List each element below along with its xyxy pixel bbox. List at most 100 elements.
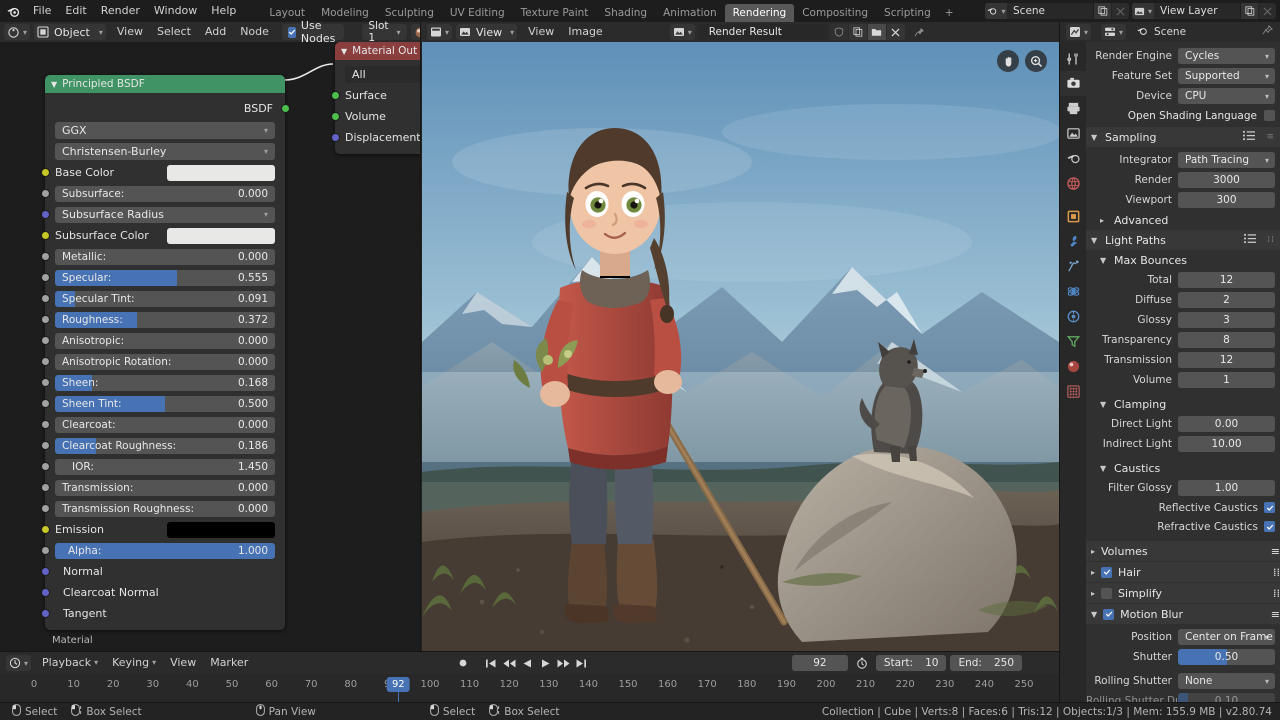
collapse-triangle-icon[interactable]: ▼ (1091, 610, 1097, 619)
socket-volume[interactable] (331, 112, 340, 121)
node-row-clearcoat-normal[interactable]: Clearcoat Normal (45, 582, 285, 603)
preset-list-icon[interactable] (1244, 233, 1262, 247)
swatch-base-color[interactable] (167, 165, 275, 181)
expand-triangle-icon[interactable]: ▸ (1091, 568, 1095, 577)
current-frame-field[interactable]: 92 (792, 655, 848, 671)
socket-normal[interactable] (41, 567, 50, 576)
unlink-image-icon[interactable] (887, 24, 905, 40)
node-row-displacement[interactable]: Displacement (335, 127, 420, 148)
samples-render-field[interactable]: 3000 (1178, 172, 1275, 188)
slider-transmission[interactable]: Transmission: 0.000 (55, 480, 275, 496)
properties-tab-scene[interactable] (1060, 146, 1086, 171)
integrator-row[interactable]: Integrator Path Tracing ▾ (1086, 150, 1280, 170)
socket-tangent[interactable] (41, 609, 50, 618)
integrator-dropdown[interactable]: Path Tracing ▾ (1178, 152, 1275, 168)
slider-subsurface[interactable]: Subsurface: 0.000 (55, 186, 275, 202)
stopwatch-icon[interactable] (852, 657, 872, 669)
socket-transmission[interactable] (41, 483, 50, 492)
slider-roughness[interactable]: Roughness: 0.372 (55, 312, 275, 328)
slider-metallic[interactable]: Metallic: 0.000 (55, 249, 275, 265)
node-row-tangent[interactable]: Tangent (45, 603, 285, 624)
view-layer-name[interactable]: View Layer (1154, 3, 1240, 19)
bounce-transmission-field[interactable]: 12 (1178, 352, 1275, 368)
node-row-clearcoat[interactable]: Clearcoat: 0.000 (45, 414, 285, 435)
bounce-transparency-field[interactable]: 8 (1178, 332, 1275, 348)
device-dropdown[interactable]: CPU ▾ (1178, 88, 1275, 104)
view-layer-icon[interactable]: ▾ (1132, 3, 1154, 19)
new-scene-button[interactable] (1093, 3, 1111, 19)
menu-window[interactable]: Window (147, 0, 204, 22)
zoom-icon[interactable] (1025, 50, 1047, 72)
sss-method-dropdown[interactable]: Christensen-Burley ▾ (55, 143, 275, 160)
panel-hair[interactable]: ▸ Hair ⁞⁞ (1086, 561, 1280, 582)
pan-hand-icon[interactable] (997, 50, 1019, 72)
workspace-tab-texture-paint[interactable]: Texture Paint (513, 4, 597, 22)
browse-image-button[interactable]: ▾ (670, 24, 695, 40)
slider-specular[interactable]: Specular: 0.555 (55, 270, 275, 286)
properties-tab-data[interactable] (1060, 329, 1086, 354)
socket-specular-tint[interactable] (41, 294, 50, 303)
workspace-tab-animation[interactable]: Animation (655, 4, 725, 22)
play-icon[interactable] (537, 654, 553, 672)
panel-simplify[interactable]: ▸ Simplify ⁞⁞ (1086, 582, 1280, 603)
image-name-field[interactable]: Render Result (699, 24, 827, 40)
slot-selector[interactable]: Slot 1 ▾ (362, 24, 406, 40)
properties-tab-constraints[interactable] (1060, 304, 1086, 329)
collapse-triangle-icon[interactable]: ▼ (1100, 256, 1109, 265)
mb-shutter-row[interactable]: Shutter 0.50 (1086, 647, 1280, 667)
socket-emission[interactable] (41, 525, 50, 534)
render-result-image[interactable] (422, 42, 1059, 652)
timeline-menu-keying[interactable]: Keying▾ (105, 653, 163, 673)
panel-drag-handle[interactable]: ≡ (1266, 132, 1280, 142)
new-view-layer-button[interactable] (1240, 3, 1258, 19)
samples-render-row[interactable]: Render 3000 (1086, 170, 1280, 190)
bounce-volume-field[interactable]: 1 (1178, 372, 1275, 388)
properties-tab-object[interactable] (1060, 204, 1086, 229)
timeline-ruler[interactable]: 0102030405060708090100110120130140150160… (0, 674, 1060, 703)
node-row-transmission[interactable]: Transmission: 0.000 (45, 477, 285, 498)
panel-light-paths[interactable]: ▼ Light Paths ⁞⁞ (1086, 230, 1280, 250)
osl-checkbox[interactable] (1264, 110, 1275, 121)
collapse-triangle-icon[interactable]: ▼ (1091, 133, 1100, 142)
image-canvas[interactable] (421, 42, 1060, 652)
node-row-specular-tint[interactable]: Specular Tint: 0.091 (45, 288, 285, 309)
node-row-ior[interactable]: IOR: 1.450 (45, 456, 285, 477)
mb-rolling-shutter-dropdown[interactable]: None ▾ (1178, 673, 1275, 689)
clamp-direct-field[interactable]: 0.00 (1178, 416, 1275, 432)
slider-transmission-roughness[interactable]: Transmission Roughness: 0.000 (55, 501, 275, 517)
panel-max-bounces[interactable]: ▼ Max Bounces (1086, 250, 1280, 270)
properties-tab-view-layer[interactable] (1060, 121, 1086, 146)
mb-position-dropdown[interactable]: Center on Frame ▾ (1178, 629, 1275, 645)
socket-alpha[interactable] (41, 546, 50, 555)
node-row-sss-method[interactable]: Christensen-Burley ▾ (45, 141, 285, 162)
node-row-target[interactable]: All (335, 64, 420, 85)
target-dropdown[interactable]: All (345, 66, 420, 83)
editor-type-button[interactable]: ▾ (6, 655, 31, 671)
socket-subsurface-radius[interactable] (41, 210, 50, 219)
socket-sheen-tint[interactable] (41, 399, 50, 408)
next-keyframe-icon[interactable] (555, 654, 571, 672)
preset-list-icon[interactable] (1243, 130, 1261, 144)
node-row-roughness[interactable]: Roughness: 0.372 (45, 309, 285, 330)
panel-caustics[interactable]: ▼ Caustics (1086, 458, 1280, 478)
slider-sheen[interactable]: Sheen: 0.168 (55, 375, 275, 391)
pin-icon[interactable] (1262, 25, 1273, 39)
feature-set-dropdown[interactable]: Supported ▾ (1178, 68, 1275, 84)
hair-checkbox[interactable] (1101, 567, 1112, 578)
slider-anisotropic-rotation[interactable]: Anisotropic Rotation: 0.000 (55, 354, 275, 370)
workspace-tab-uv-editing[interactable]: UV Editing (442, 4, 513, 22)
panel-drag-handle[interactable]: ≡ (1271, 545, 1280, 558)
node-row-distribution[interactable]: GGX ▾ (45, 120, 285, 141)
bounce-transmission-row[interactable]: Transmission 12 (1086, 350, 1280, 370)
remove-view-layer-button[interactable] (1258, 3, 1276, 19)
node-row-normal[interactable]: Normal (45, 561, 285, 582)
node-row-alpha[interactable]: Alpha: 1.000 (45, 540, 285, 561)
unlink-scene-button[interactable] (1111, 3, 1129, 19)
feature-set-row[interactable]: Feature Set Supported ▾ (1086, 66, 1280, 86)
menu-file[interactable]: File (26, 0, 58, 22)
node-row-subsurface-color[interactable]: Subsurface Color (45, 225, 285, 246)
simplify-checkbox[interactable] (1101, 588, 1112, 599)
frame-start-field[interactable]: Start: 10 (876, 655, 947, 671)
refractive-caustics-checkbox[interactable] (1264, 521, 1275, 532)
node-row-specular[interactable]: Specular: 0.555 (45, 267, 285, 288)
